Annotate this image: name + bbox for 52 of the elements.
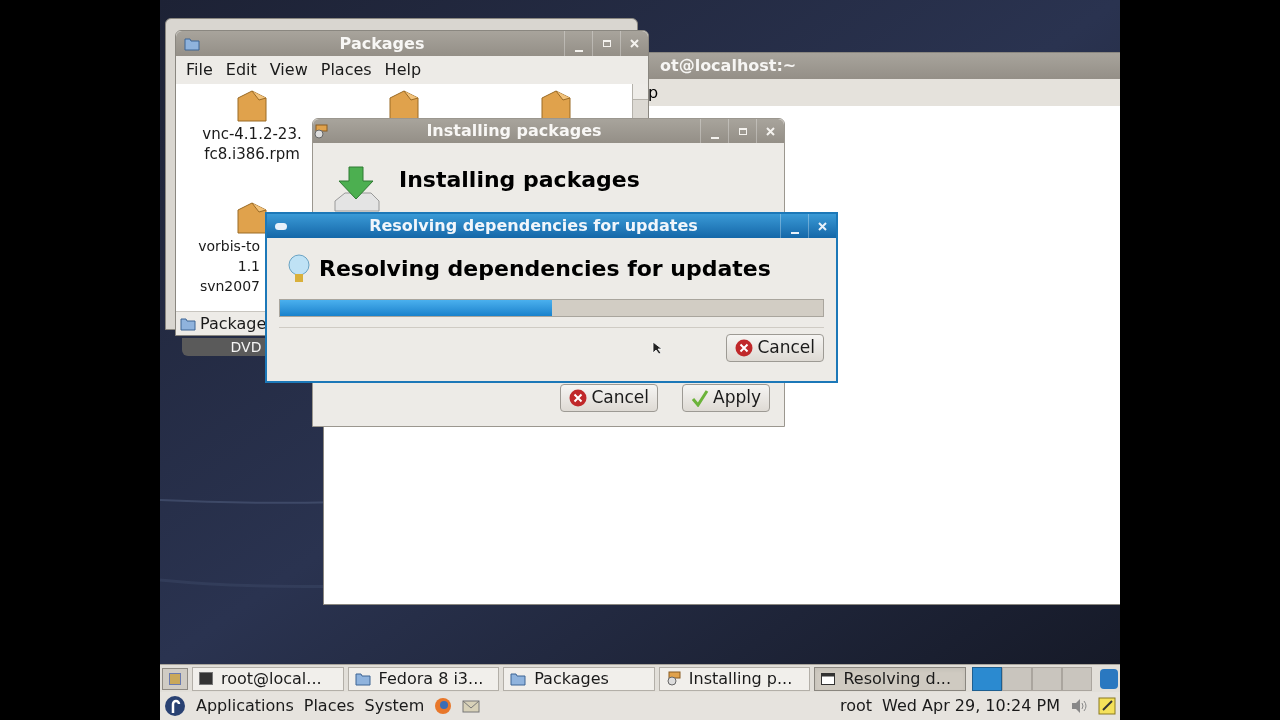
taskbar-button[interactable]: Resolving d... <box>814 666 967 691</box>
folder-icon <box>510 671 527 686</box>
taskbar-button[interactable]: Packages <box>503 666 655 691</box>
lightbulb-icon <box>287 253 311 284</box>
cancel-button[interactable]: Cancel <box>726 334 824 362</box>
package-disc-icon <box>313 123 328 139</box>
menu-item[interactable]: Edit <box>225 58 257 82</box>
window-menu-icon[interactable] <box>275 222 287 230</box>
status-text: Package <box>200 312 267 335</box>
menu-item[interactable]: File <box>186 58 213 82</box>
window-title: ot@localhost:~ <box>660 55 797 77</box>
folder-icon <box>354 671 371 686</box>
menu-item[interactable]: Help <box>384 58 422 82</box>
folder-icon <box>180 316 196 331</box>
taskbar-button[interactable]: Fedora 8 i3... <box>347 666 500 691</box>
window-title: Packages <box>338 32 426 55</box>
file-name[interactable]: vorbis-to 1.1 svn2007 <box>184 235 260 296</box>
panel-menu[interactable]: Applications <box>196 694 294 718</box>
dialog-heading: Resolving dependencies for updates <box>319 255 771 283</box>
close-icon <box>766 126 775 136</box>
folder-icon <box>184 36 200 51</box>
window-title: Installing packages <box>425 120 603 142</box>
cancel-icon <box>735 339 754 357</box>
user-name[interactable]: root <box>840 694 873 718</box>
panel-menu[interactable]: Places <box>303 694 355 718</box>
terminal-icon <box>198 672 213 685</box>
close-icon <box>630 39 639 48</box>
cancel-button[interactable]: Cancel <box>560 384 658 412</box>
menu-item[interactable]: Places <box>320 58 372 82</box>
apply-button[interactable]: Apply <box>682 384 770 412</box>
panel-menu[interactable]: System <box>364 694 425 718</box>
window-icon <box>821 672 836 685</box>
file-name[interactable]: vnc-4.1.2-23. fc8.i386.rpm <box>202 124 302 164</box>
window-title: Resolving dependencies for updates <box>368 215 699 237</box>
menu-item[interactable]: View <box>269 58 308 82</box>
package-icon <box>235 88 269 124</box>
dialog-heading: Installing packages <box>399 166 640 194</box>
show-desktop-button[interactable] <box>162 667 188 690</box>
check-icon <box>691 389 709 407</box>
workspace-switcher[interactable] <box>972 666 1093 691</box>
browser-globe-icon[interactable] <box>434 697 453 715</box>
speaker-icon[interactable] <box>1070 698 1088 714</box>
package-disc-icon <box>665 671 681 686</box>
clock[interactable]: Wed Apr 29, 10:24 PM <box>882 694 1060 718</box>
fedora-logo-icon[interactable] <box>164 695 186 717</box>
mail-icon[interactable] <box>462 698 481 714</box>
taskbar-button[interactable]: root@local... <box>191 666 344 691</box>
notes-icon[interactable] <box>1098 697 1116 715</box>
taskbar-button[interactable]: Installing p... <box>658 666 811 691</box>
menu-item[interactable]: p <box>648 80 659 105</box>
close-icon <box>818 221 827 231</box>
cancel-icon <box>569 389 588 407</box>
